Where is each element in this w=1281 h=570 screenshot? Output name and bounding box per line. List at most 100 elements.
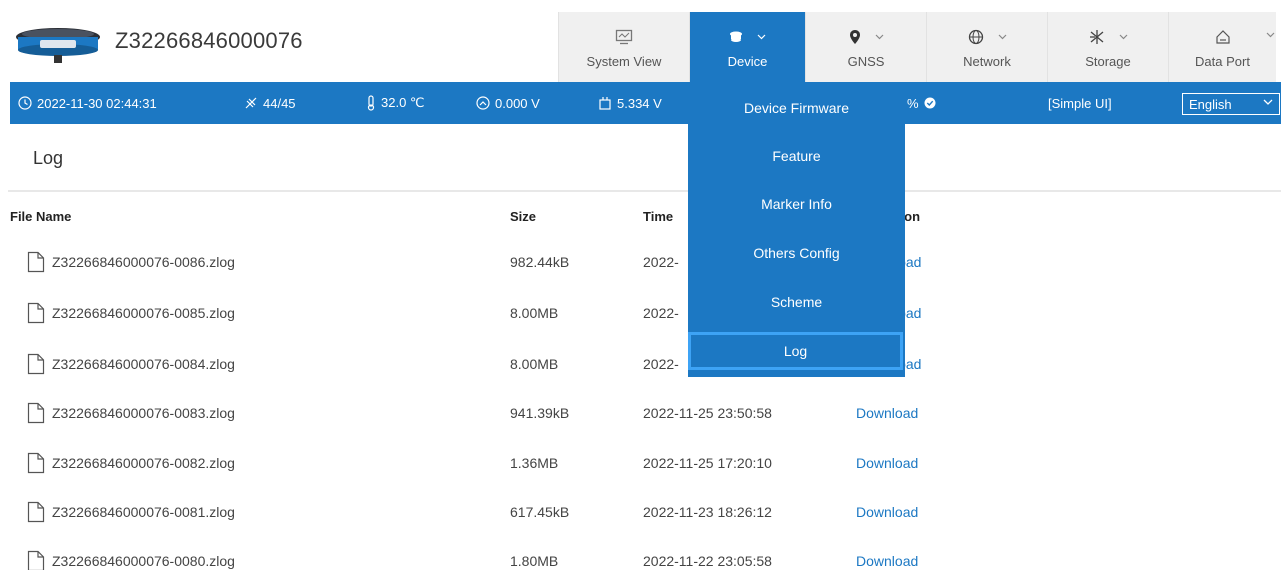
file-time: 2022-11-23 18:26:12 <box>643 504 772 520</box>
file-icon <box>27 501 45 523</box>
status-voltage-2: 5.334 V <box>598 82 662 124</box>
column-header-file-name: File Name <box>10 209 72 224</box>
satellite-icon <box>245 97 257 109</box>
nav-data-port[interactable]: Data Port <box>1168 12 1276 82</box>
status-satellites: 44/45 <box>244 82 296 124</box>
file-name: Z32266846000076-0084.zlog <box>52 356 235 372</box>
menu-item-feature[interactable]: Feature <box>688 148 905 164</box>
download-link[interactable]: Download <box>856 504 918 520</box>
simple-ui-link[interactable]: [Simple UI] <box>1048 82 1112 124</box>
column-header-size: Size <box>510 209 537 224</box>
battery-percent-tail: % <box>907 95 919 111</box>
title-divider <box>8 190 1281 192</box>
device-icon <box>730 31 742 42</box>
status-voltage-1: 0.000 V <box>476 82 540 124</box>
file-size: 8.00MB <box>510 305 559 321</box>
column-header-time: Time <box>643 209 674 224</box>
thermometer-icon <box>367 95 375 111</box>
menu-item-marker-info[interactable]: Marker Info <box>688 196 905 212</box>
battery-plug-icon <box>599 97 611 110</box>
file-size: 1.36MB <box>510 455 559 471</box>
nav-label: GNSS <box>847 53 885 69</box>
storage-icon <box>1089 29 1103 44</box>
language-value: English <box>1189 96 1232 112</box>
file-icon <box>27 402 45 424</box>
globe-icon <box>968 29 983 44</box>
app-header: Z32266846000076 System View Device GNSS <box>0 0 1281 82</box>
table-row: Z32266846000076-0081.zlog 617.45kB 2022-… <box>0 501 1281 553</box>
file-time: 2022- <box>643 305 679 321</box>
table-row: Z32266846000076-0083.zlog 941.39kB 2022-… <box>0 402 1281 454</box>
file-time: 2022-11-22 23:05:58 <box>643 553 772 569</box>
nav-gnss[interactable]: GNSS <box>805 12 926 82</box>
page-title: Log <box>33 148 64 168</box>
menu-item-device-firmware[interactable]: Device Firmware <box>688 100 905 116</box>
file-size: 8.00MB <box>510 356 559 372</box>
gauge-icon <box>476 96 490 110</box>
file-name: Z32266846000076-0081.zlog <box>52 504 235 520</box>
chevron-down-icon <box>998 34 1006 39</box>
download-link[interactable]: Download <box>856 455 918 471</box>
nav-device[interactable]: Device <box>689 12 805 82</box>
nav-label: Network <box>963 53 1011 69</box>
chevron-down-icon <box>1266 32 1275 38</box>
top-nav: System View Device GNSS Network Storage … <box>558 12 1276 82</box>
file-name: Z32266846000076-0080.zlog <box>52 553 235 569</box>
table-row: Z32266846000076-0085.zlog 8.00MB 2022- l… <box>0 302 1281 354</box>
voltage-2-value: 5.334 V <box>617 95 662 111</box>
menu-item-log[interactable]: Log <box>688 332 903 370</box>
nav-label: Storage <box>1085 53 1131 69</box>
chevron-down-icon <box>1119 34 1127 39</box>
file-size: 617.45kB <box>510 504 570 520</box>
monitor-icon <box>615 29 633 44</box>
nav-network[interactable]: Network <box>926 12 1047 82</box>
nav-label: System View <box>586 53 662 69</box>
device-dropdown-menu: Device Firmware Feature Marker Info Othe… <box>688 82 905 377</box>
file-time: 2022-11-25 17:20:10 <box>643 455 772 471</box>
file-icon <box>27 251 45 273</box>
nav-system-view[interactable]: System View <box>558 12 689 82</box>
check-circle-icon <box>924 97 936 109</box>
menu-item-scheme[interactable]: Scheme <box>688 294 905 310</box>
clock-icon <box>18 96 32 110</box>
file-size: 1.80MB <box>510 553 559 569</box>
table-row: Z32266846000076-0086.zlog 982.44kB 2022-… <box>0 251 1281 303</box>
menu-item-others-config[interactable]: Others Config <box>688 245 905 261</box>
file-name: Z32266846000076-0082.zlog <box>52 455 235 471</box>
nav-label: Data Port <box>1195 53 1250 69</box>
file-icon <box>27 452 45 474</box>
file-time: 2022- <box>643 356 679 372</box>
location-pin-icon <box>849 29 860 44</box>
language-select[interactable]: English <box>1182 93 1280 115</box>
nav-storage[interactable]: Storage <box>1047 12 1168 82</box>
chevron-down-icon <box>1263 99 1273 105</box>
chevron-down-icon <box>875 34 883 39</box>
nav-label: Device <box>727 53 768 69</box>
file-icon <box>27 550 45 570</box>
file-name: Z32266846000076-0086.zlog <box>52 254 235 270</box>
file-size: 941.39kB <box>510 405 570 421</box>
gnss-receiver-logo <box>16 28 100 63</box>
file-name: Z32266846000076-0083.zlog <box>52 405 235 421</box>
status-datetime: 2022-11-30 02:44:31 <box>18 82 157 124</box>
file-time: 2022-11-25 23:50:58 <box>643 405 772 421</box>
file-time: 2022- <box>643 254 679 270</box>
download-link[interactable]: Download <box>856 553 918 569</box>
download-link[interactable]: Download <box>856 405 918 421</box>
status-battery-partial: % <box>907 82 936 124</box>
temperature-value: 32.0 ℃ <box>381 95 425 110</box>
table-row: Z32266846000076-0084.zlog 8.00MB 2022- l… <box>0 353 1281 405</box>
data-port-icon <box>1215 29 1230 44</box>
file-name: Z32266846000076-0085.zlog <box>52 305 235 321</box>
table-row: Z32266846000076-0080.zlog 1.80MB 2022-11… <box>0 550 1281 570</box>
file-size: 982.44kB <box>510 254 570 270</box>
datetime-value: 2022-11-30 02:44:31 <box>37 95 157 111</box>
satellites-value: 44/45 <box>263 95 296 111</box>
chevron-down-icon <box>757 34 766 39</box>
voltage-1-value: 0.000 V <box>495 95 540 111</box>
table-row: Z32266846000076-0082.zlog 1.36MB 2022-11… <box>0 452 1281 504</box>
simple-ui-label: [Simple UI] <box>1048 95 1112 111</box>
device-serial-title: Z32266846000076 <box>115 28 303 53</box>
file-icon <box>27 302 45 324</box>
status-temperature: 32.0 ℃ <box>366 82 425 124</box>
